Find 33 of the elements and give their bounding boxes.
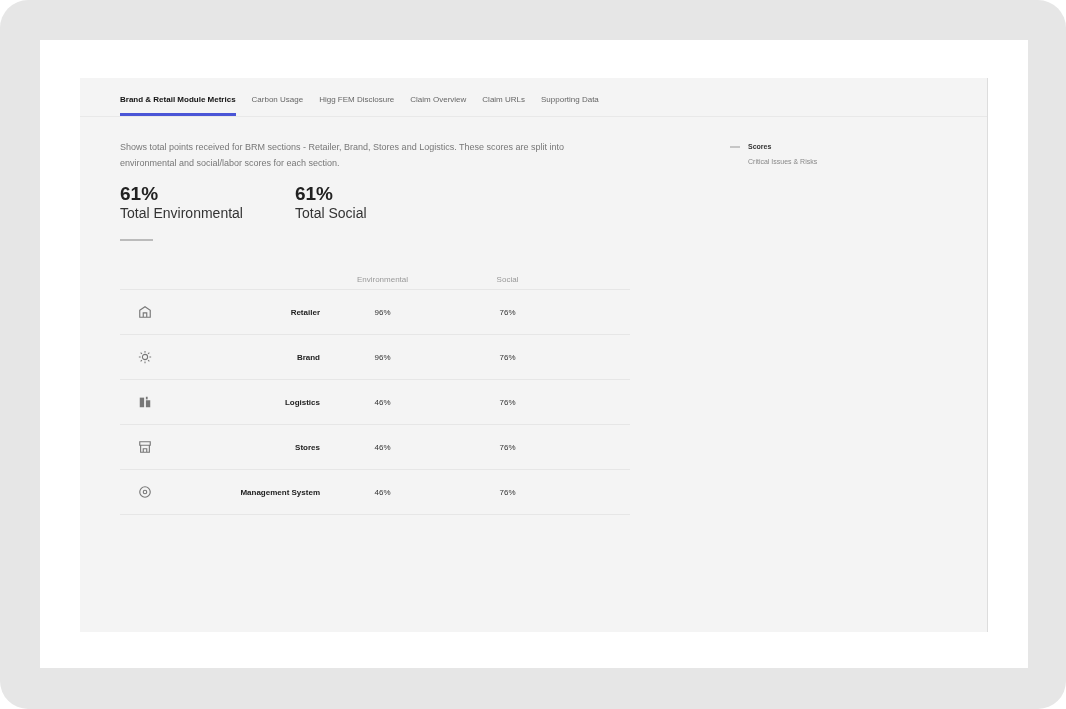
gear-icon: [138, 485, 152, 499]
total-value: 61%: [294, 183, 334, 205]
row-name: Retailer: [289, 307, 320, 317]
tab[interactable]: Claim URLs: [482, 95, 525, 116]
row-name: Logistics: [283, 397, 320, 407]
row-name: Management System: [239, 487, 320, 497]
total-label: Total Social: [294, 205, 367, 221]
column-header: Environmental: [355, 274, 410, 284]
storefront-icon: [138, 305, 152, 319]
row-name: Brand: [295, 352, 320, 362]
social-cell-text: 76%: [498, 442, 517, 452]
row-name: Stores: [294, 442, 320, 452]
description-text: Shows total points received for BRM sections - Retailer, Brand, Stores and Logistics. These scores are split into environmental and social/labor scores for each section.: [120, 141, 566, 170]
column-header: Social: [495, 274, 520, 284]
total-label: Total Environmental: [120, 205, 243, 221]
environmental-cell-text: 46%: [373, 487, 392, 497]
shop-icon: [138, 440, 152, 454]
tab[interactable]: Carbon Usage: [251, 95, 304, 116]
social-cell-text: 76%: [498, 307, 517, 317]
environmental-cell-text: 96%: [373, 307, 392, 317]
tab[interactable]: Brand & Retail Module Metrics: [120, 95, 236, 116]
building-icon: [138, 395, 152, 409]
social-cell-text: 76%: [498, 487, 517, 497]
social-cell-text: 76%: [498, 352, 517, 362]
environmental-cell-text: 46%: [373, 442, 392, 452]
social-cell-text: 76%: [498, 397, 517, 407]
tab[interactable]: Supporting Data: [541, 95, 599, 116]
environmental-cell-text: 96%: [373, 352, 392, 362]
tab[interactable]: Claim Overview: [410, 95, 467, 116]
environmental-cell-text: 46%: [373, 397, 392, 407]
total-value: 61%: [120, 183, 160, 205]
tab[interactable]: Higg FEM Disclosure: [319, 95, 395, 116]
sun-icon: [138, 350, 152, 364]
